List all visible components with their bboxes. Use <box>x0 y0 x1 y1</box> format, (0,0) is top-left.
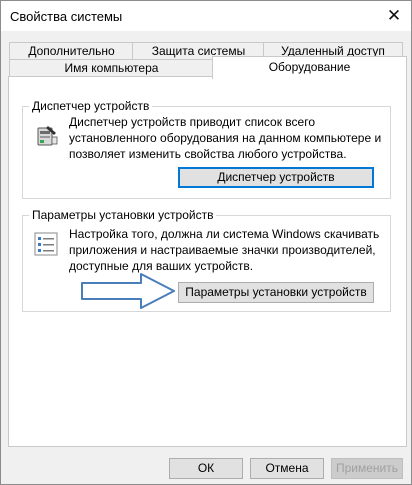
arrow-right-icon <box>81 273 175 309</box>
system-properties-window: Свойства системы ✕ Дополнительно Защита … <box>0 0 412 485</box>
description-line: позволяет изменить свойства любого устро… <box>69 147 347 161</box>
description-line: установленного оборудования на данном ко… <box>69 131 382 145</box>
title-bar[interactable]: Свойства системы ✕ <box>1 1 411 31</box>
device-manager-icon <box>37 126 58 146</box>
checklist-icon <box>34 232 58 256</box>
description-line: приложения и настраиваемые значки произв… <box>69 243 376 257</box>
device-installation-group-title: Параметры установки устройств <box>29 208 217 222</box>
close-button[interactable]: ✕ <box>377 1 411 31</box>
description-line: Диспетчер устройств приводит список всег… <box>69 115 316 129</box>
ok-button[interactable]: ОК <box>169 458 243 479</box>
description-line: Настройка того, должна ли система Window… <box>69 227 380 241</box>
tab-computer-name[interactable]: Имя компьютера <box>9 59 214 77</box>
window-title: Свойства системы <box>10 9 123 24</box>
device-installation-settings-button[interactable]: Параметры установки устройств <box>178 282 374 303</box>
tab-advanced[interactable]: Дополнительно <box>9 42 134 60</box>
tab-hardware[interactable]: Оборудование <box>212 56 407 79</box>
close-icon: ✕ <box>386 6 402 25</box>
device-installation-description: Настройка того, должна ли система Window… <box>69 226 379 274</box>
device-installation-group: Параметры установки устройств Настройка … <box>22 208 391 312</box>
device-manager-group-title: Диспетчер устройств <box>29 99 153 113</box>
cancel-button[interactable]: Отмена <box>250 458 324 479</box>
device-manager-button[interactable]: Диспетчер устройств <box>178 167 374 188</box>
apply-button[interactable]: Применить <box>331 458 403 479</box>
tab-panel-hardware: Диспетчер устройств Диспетчер устройств … <box>8 76 407 447</box>
device-manager-group: Диспетчер устройств Диспетчер устройств … <box>22 99 391 199</box>
device-manager-description: Диспетчер устройств приводит список всег… <box>69 114 381 162</box>
